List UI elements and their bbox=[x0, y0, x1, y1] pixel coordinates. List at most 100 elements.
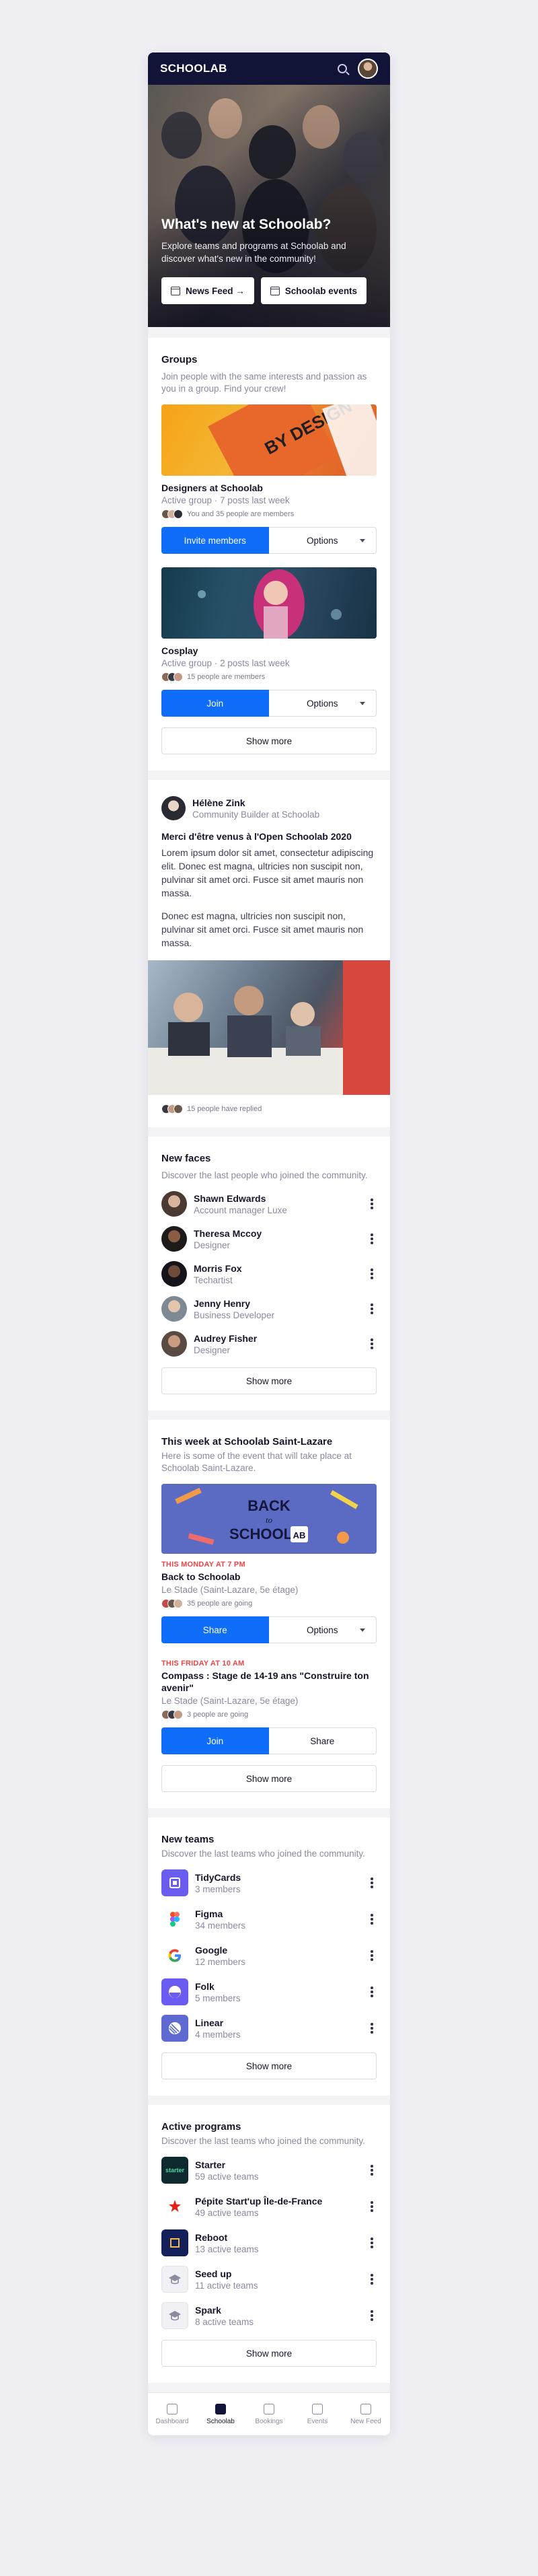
list-item[interactable]: Figma 34 members bbox=[161, 1906, 377, 1933]
group-item: Cosplay Active group · 2 posts last week… bbox=[161, 567, 377, 717]
post-card: Hélène Zink Community Builder at Schoola… bbox=[148, 780, 390, 1127]
newspaper-icon bbox=[360, 2403, 371, 2414]
show-more-button[interactable]: Show more bbox=[161, 727, 377, 754]
schoolab-events-button[interactable]: Schoolab events bbox=[260, 277, 367, 304]
list-item[interactable]: TidyCards 3 members bbox=[161, 1869, 377, 1896]
person-name: Shawn Edwards bbox=[194, 1192, 266, 1204]
team-meta: 12 members bbox=[195, 1956, 246, 1967]
show-more-button[interactable]: Show more bbox=[161, 2340, 377, 2367]
google-logo-icon bbox=[161, 1942, 188, 1969]
event-banner[interactable]: BACK to SCHOOL AB bbox=[161, 1484, 377, 1554]
search-icon[interactable] bbox=[338, 64, 347, 73]
news-feed-button[interactable]: News Feed → bbox=[161, 277, 254, 304]
list-item[interactable]: Pépite Start'up Île-de-France 49 active t… bbox=[161, 2193, 377, 2220]
options-dropdown[interactable]: Options bbox=[268, 527, 377, 554]
join-button[interactable]: Join bbox=[161, 690, 269, 717]
program-name: Pépite Start'up Île-de-France bbox=[195, 2195, 323, 2207]
more-vertical-icon[interactable] bbox=[367, 2165, 377, 2176]
tab-events[interactable]: Events bbox=[293, 2393, 342, 2435]
event-date: THIS MONDAY AT 7 PM bbox=[161, 1561, 245, 1569]
team-meta: 4 members bbox=[195, 2029, 241, 2040]
avatar bbox=[161, 1331, 187, 1357]
more-vertical-icon[interactable] bbox=[367, 1987, 377, 1997]
attendee-count: 3 people are going bbox=[187, 1711, 249, 1719]
replies-count[interactable]: 15 people have replied bbox=[187, 1105, 262, 1113]
share-button[interactable]: Share bbox=[268, 1727, 377, 1754]
options-dropdown[interactable]: Options bbox=[268, 690, 377, 717]
more-vertical-icon[interactable] bbox=[367, 2310, 377, 2321]
list-item[interactable]: Theresa Mccoy Designer bbox=[161, 1226, 377, 1252]
share-button[interactable]: Share bbox=[161, 1616, 269, 1643]
list-item[interactable]: Shawn Edwards Account manager Luxe bbox=[161, 1191, 377, 1217]
options-dropdown[interactable]: Options bbox=[268, 1616, 377, 1643]
more-vertical-icon[interactable] bbox=[367, 1268, 377, 1279]
book-icon bbox=[264, 2403, 274, 2414]
post-title: Merci d'être venus à l'Open Schoolab 202… bbox=[161, 831, 352, 842]
post-paragraph: Donec est magna, ultricies non suscipit … bbox=[161, 910, 364, 948]
user-avatar[interactable] bbox=[358, 59, 378, 79]
events-subtitle: Here is some of the event that will take… bbox=[161, 1451, 352, 1473]
more-vertical-icon[interactable] bbox=[367, 1914, 377, 1925]
active-programs-title: Active programs bbox=[161, 2121, 241, 2133]
post-photo[interactable] bbox=[148, 960, 390, 1095]
spark-logo-icon bbox=[161, 2302, 188, 2329]
list-item[interactable]: Reboot 13 active teams bbox=[161, 2229, 377, 2256]
schoolab-logo[interactable]: SCHOOLAB bbox=[160, 62, 227, 75]
show-more-button[interactable]: Show more bbox=[161, 1367, 377, 1394]
more-vertical-icon[interactable] bbox=[367, 2023, 377, 2034]
post-author[interactable]: Hélène Zink bbox=[192, 797, 319, 808]
list-item[interactable]: Morris Fox Techartist bbox=[161, 1261, 377, 1287]
more-vertical-icon[interactable] bbox=[367, 2274, 377, 2285]
list-item[interactable]: Folk 5 members bbox=[161, 1978, 377, 2005]
show-more-button[interactable]: Show more bbox=[161, 2052, 377, 2079]
more-vertical-icon[interactable] bbox=[367, 2238, 377, 2248]
more-vertical-icon[interactable] bbox=[367, 1950, 377, 1961]
pepite-logo-icon bbox=[161, 2193, 188, 2220]
group-name[interactable]: Cosplay bbox=[161, 645, 377, 656]
banner-text: BACK bbox=[247, 1497, 291, 1514]
author-avatar[interactable] bbox=[161, 796, 186, 820]
group-item: BY DESIGN Designers at Schoolab Active g… bbox=[161, 404, 377, 554]
more-vertical-icon[interactable] bbox=[367, 1233, 377, 1244]
more-vertical-icon[interactable] bbox=[367, 2201, 377, 2212]
more-vertical-icon[interactable] bbox=[367, 1877, 377, 1888]
more-vertical-icon[interactable] bbox=[367, 1338, 377, 1349]
attendee-avatars bbox=[161, 1599, 183, 1608]
figma-logo-icon bbox=[161, 1906, 188, 1933]
program-meta: 13 active teams bbox=[195, 2244, 259, 2254]
dashboard-icon bbox=[167, 2403, 178, 2414]
more-vertical-icon[interactable] bbox=[367, 1303, 377, 1314]
attendee-avatars bbox=[161, 1710, 183, 1719]
list-item[interactable]: Google 12 members bbox=[161, 1942, 377, 1969]
newspaper-icon bbox=[171, 286, 180, 295]
tab-bookings[interactable]: Bookings bbox=[245, 2393, 293, 2435]
invite-members-button[interactable]: Invite members bbox=[161, 527, 269, 554]
list-item[interactable]: Seed up 11 active teams bbox=[161, 2266, 377, 2293]
cosplay-group-image[interactable] bbox=[161, 567, 377, 639]
app-screen: SCHOOLAB What's new at Schoolab? Explore… bbox=[148, 52, 390, 2435]
list-item[interactable]: starter Starter 59 active teams bbox=[161, 2157, 377, 2184]
event-location: Le Stade (Saint-Lazare, 5e étage) bbox=[161, 1585, 299, 1595]
event-date: THIS FRIDAY AT 10 AM bbox=[161, 1659, 245, 1668]
person-name: Morris Fox bbox=[194, 1262, 242, 1274]
attendee-count: 35 people are going bbox=[187, 1600, 253, 1608]
tab-dashboard[interactable]: Dashboard bbox=[148, 2393, 196, 2435]
tab-schoolab[interactable]: Schoolab bbox=[196, 2393, 245, 2435]
hero-title: What's new at Schoolab? bbox=[161, 217, 332, 232]
join-button[interactable]: Join bbox=[161, 1727, 269, 1754]
list-item[interactable]: Audrey Fisher Designer bbox=[161, 1331, 377, 1357]
list-item[interactable]: Jenny Henry Business Developer bbox=[161, 1296, 377, 1322]
person-name: Jenny Henry bbox=[194, 1297, 251, 1309]
group-name[interactable]: Designers at Schoolab bbox=[161, 482, 377, 493]
designers-group-image[interactable]: BY DESIGN bbox=[161, 404, 377, 476]
tab-new-feed[interactable]: New Feed bbox=[342, 2393, 390, 2435]
groups-subtitle: Join people with the same interests and … bbox=[161, 371, 367, 394]
events-card: This week at Schoolab Saint-Lazare Here … bbox=[148, 1420, 390, 1808]
bottom-tab-bar: Dashboard Schoolab Bookings Events New F… bbox=[148, 2392, 390, 2435]
list-item[interactable]: Linear 4 members bbox=[161, 2015, 377, 2042]
event-name[interactable]: Back to Schoolab bbox=[161, 1571, 377, 1583]
show-more-button[interactable]: Show more bbox=[161, 1765, 377, 1792]
more-vertical-icon[interactable] bbox=[367, 1198, 377, 1209]
list-item[interactable]: Spark 8 active teams bbox=[161, 2302, 377, 2329]
event-name[interactable]: Compass : Stage de 14-19 ans "Construire… bbox=[161, 1670, 377, 1694]
